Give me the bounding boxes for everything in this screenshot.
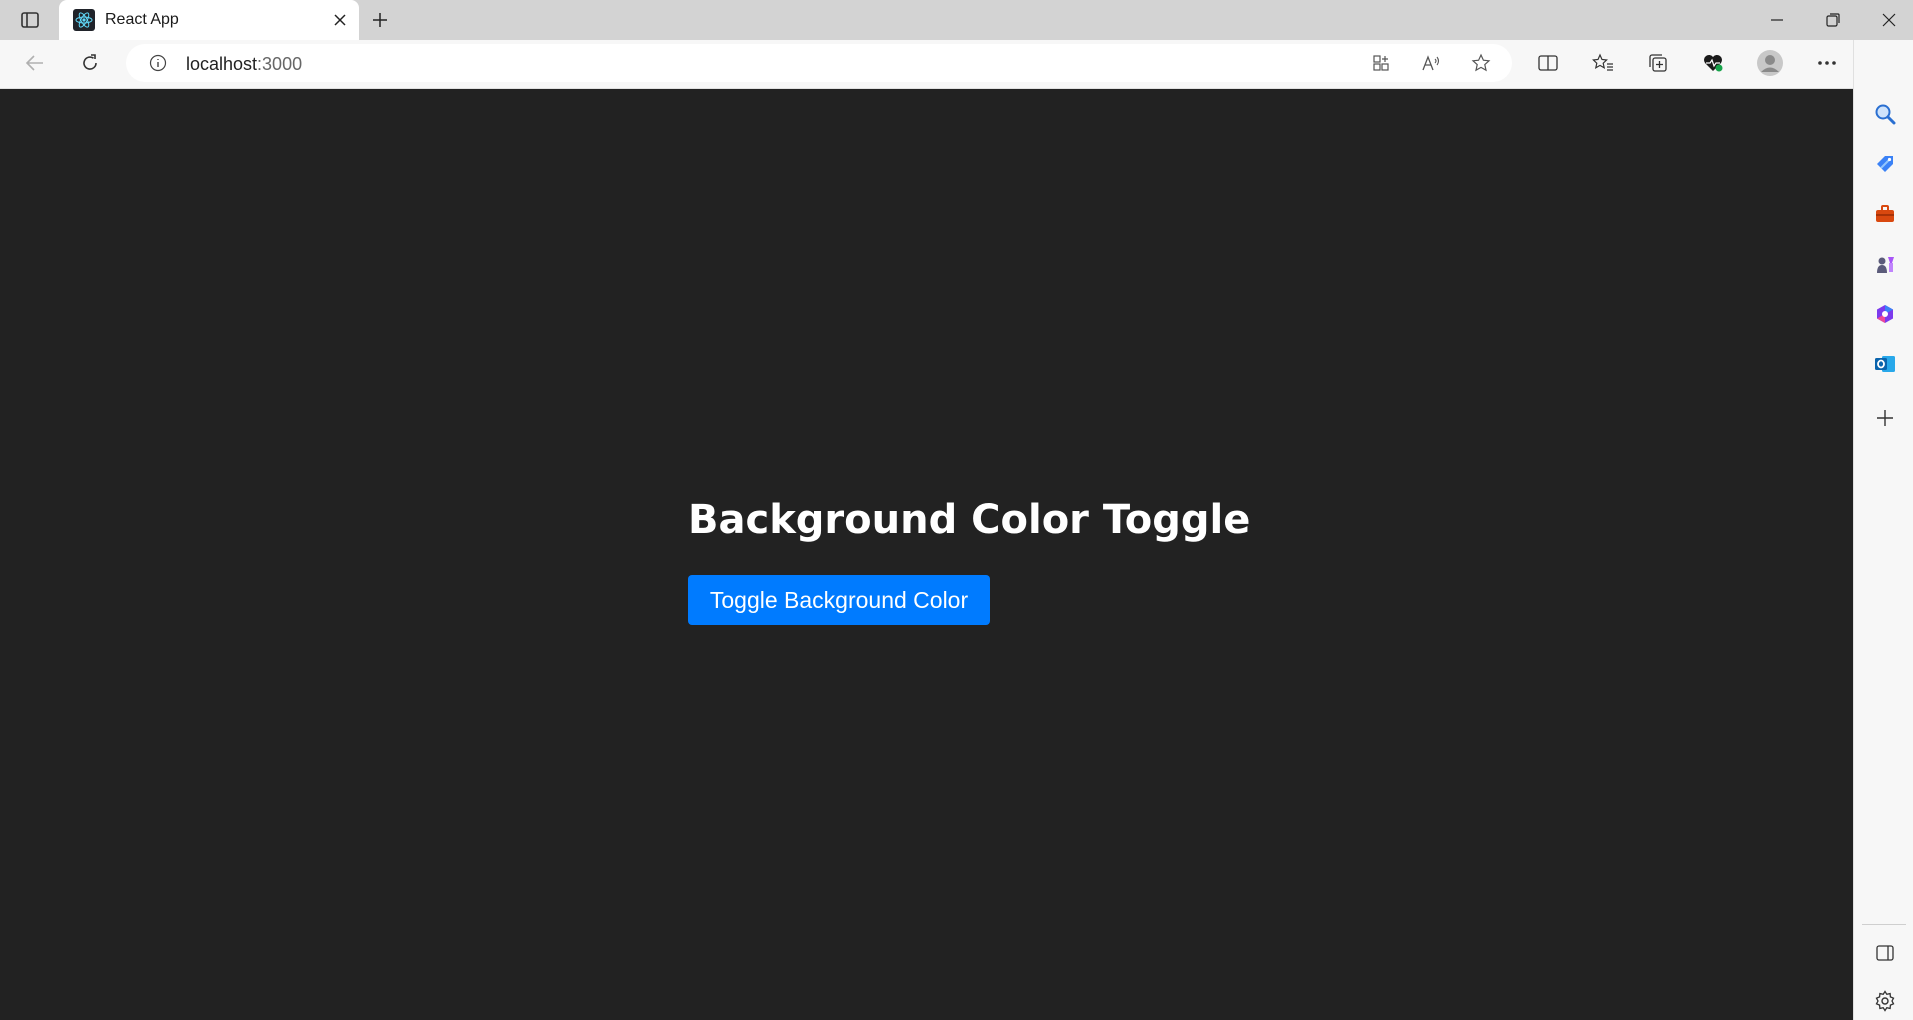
- sidebar-divider: [1862, 924, 1906, 925]
- url-text: localhost:3000: [186, 54, 302, 75]
- close-tab-icon[interactable]: [331, 11, 349, 29]
- read-aloud-icon[interactable]: [1417, 49, 1445, 77]
- browser-essentials-icon[interactable]: [1699, 49, 1727, 77]
- collections-icon[interactable]: [1644, 49, 1672, 77]
- add-icon[interactable]: [1872, 405, 1898, 431]
- back-icon[interactable]: [21, 49, 49, 77]
- minimize-icon[interactable]: [1762, 6, 1792, 34]
- outlook-icon[interactable]: [1872, 351, 1898, 377]
- tab-actions-icon[interactable]: [18, 10, 42, 30]
- tab-react-app[interactable]: React App: [59, 0, 359, 40]
- search-icon[interactable]: [1872, 101, 1898, 127]
- hide-sidebar-icon[interactable]: [1872, 940, 1898, 966]
- react-icon: [73, 9, 95, 31]
- games-icon[interactable]: [1872, 251, 1898, 277]
- close-window-icon[interactable]: [1874, 6, 1904, 34]
- app-available-icon[interactable]: [1367, 49, 1395, 77]
- restore-icon[interactable]: [1818, 6, 1848, 34]
- favorites-icon[interactable]: [1589, 49, 1617, 77]
- split-screen-icon[interactable]: [1534, 49, 1562, 77]
- more-menu-icon[interactable]: [1813, 49, 1841, 77]
- tab-title: React App: [105, 11, 179, 28]
- favorite-star-icon[interactable]: [1467, 49, 1495, 77]
- office-icon[interactable]: [1872, 301, 1898, 327]
- tools-icon[interactable]: [1872, 201, 1898, 227]
- page-heading: Background Color Toggle: [688, 497, 1251, 543]
- tab-bar: React App: [0, 0, 1913, 40]
- edge-sidebar: [1853, 40, 1913, 1020]
- info-icon[interactable]: [144, 49, 172, 77]
- profile-avatar[interactable]: [1756, 49, 1784, 77]
- url-host: localhost: [186, 54, 258, 74]
- refresh-icon[interactable]: [76, 49, 104, 77]
- settings-icon[interactable]: [1872, 988, 1898, 1014]
- url-port: :3000: [257, 54, 303, 74]
- address-bar[interactable]: localhost:3000: [126, 44, 1512, 82]
- new-tab-icon[interactable]: [368, 9, 392, 31]
- toggle-background-button[interactable]: Toggle Background Color: [688, 575, 990, 625]
- browser-toolbar: localhost:3000: [0, 40, 1913, 89]
- shopping-icon[interactable]: [1872, 151, 1898, 177]
- page-viewport: Background Color Toggle Toggle Backgroun…: [0, 89, 1852, 1020]
